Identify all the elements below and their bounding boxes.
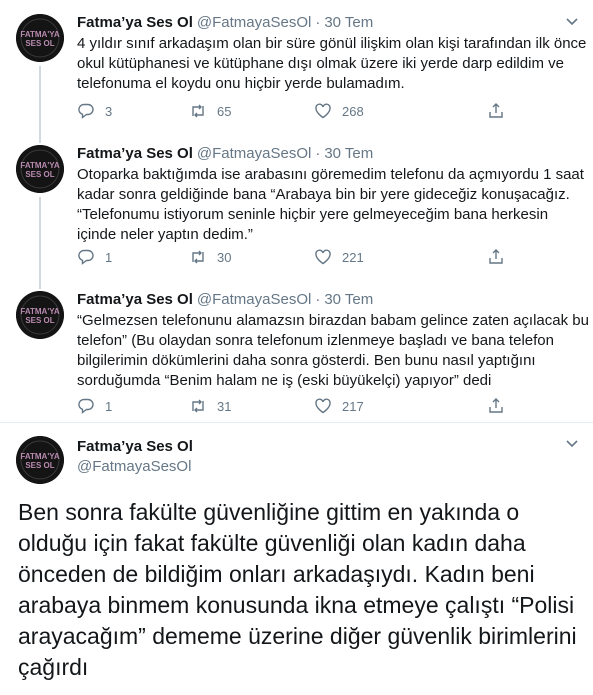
tweet-actions: 1 30 221: [77, 247, 507, 267]
like-button[interactable]: 268: [314, 101, 364, 121]
retweet-count: 31: [217, 398, 232, 414]
heart-icon: [315, 398, 331, 414]
avatar[interactable]: FATMA'YA SES OL: [16, 145, 64, 193]
separator-dot: ·: [315, 14, 321, 31]
heart-icon: [315, 249, 331, 265]
reply-count: 1: [105, 398, 113, 414]
retweet-icon: [192, 250, 204, 264]
main-tweet-line: çağırdı: [18, 654, 89, 680]
author-name[interactable]: Fatma’ya Ses Ol: [77, 145, 193, 162]
retweet-button[interactable]: 30: [189, 247, 231, 267]
share-icon: [489, 249, 503, 264]
reply-button[interactable]: 3: [77, 101, 112, 121]
avatar-text: FATMA'YA: [20, 452, 59, 461]
author-name[interactable]: Fatma’ya Ses Ol: [77, 14, 193, 31]
tweet-header: Fatma’ya Ses Ol @FatmayaSesOl · 30 Tem: [77, 143, 373, 165]
reply-count: 1: [105, 249, 113, 265]
avatar-text: SES OL: [25, 170, 54, 179]
reply-icon: [78, 103, 94, 119]
main-tweet-line: Ben sonra fakülte güvenliğine gittim en …: [18, 499, 520, 525]
separator-dot: ·: [315, 145, 321, 162]
thread-line: [39, 126, 41, 143]
reply-count: 3: [105, 103, 113, 119]
tweet-text: 4 yıldır sınıf arkadaşım olan bir süre g…: [77, 34, 587, 94]
tweet-text-line: sorduğumda “Benim halam ne iş (eski büyü…: [77, 372, 492, 389]
avatar-text: SES OL: [25, 316, 54, 325]
retweet-count: 30: [217, 249, 232, 265]
tweet-text-line: “Gelmezsen telefonunu alamazsın birazdan…: [77, 312, 589, 329]
author-handle[interactable]: @FatmayaSesOl: [197, 14, 311, 31]
tweet-divider: [0, 422, 593, 423]
avatar-text: FATMA'YA: [20, 161, 59, 170]
share-button[interactable]: [487, 396, 505, 416]
tweet-text-line: telefon” (Bu olaydan sonra telefonum izl…: [77, 332, 554, 349]
tweet-text-line: kadar sonra geldiğinde bana “Arabaya bin…: [77, 186, 570, 203]
reply-button[interactable]: 1: [77, 247, 112, 267]
reply-icon: [78, 249, 94, 265]
tweet-actions: 1 31 217: [77, 396, 507, 416]
author-name[interactable]: Fatma’ya Ses Ol: [77, 437, 193, 457]
avatar-text: SES OL: [25, 461, 54, 470]
share-icon: [489, 103, 503, 118]
tweet-actions: 3 65 268: [77, 101, 507, 121]
main-tweet-line: arayacağım” dememe üzerine diğer güvenli…: [18, 623, 577, 649]
main-tweet-text: Ben sonra fakülte güvenliğine gittim en …: [18, 497, 588, 683]
retweet-button[interactable]: 65: [189, 101, 231, 121]
main-tweet-line: arabaya binmem konusunda ikna etmeye çal…: [18, 592, 575, 618]
like-count: 217: [342, 398, 364, 414]
author-handle[interactable]: @FatmayaSesOl: [197, 145, 311, 162]
retweet-count: 65: [217, 103, 232, 119]
avatar-text: FATMA'YA: [20, 30, 59, 39]
retweet-icon: [192, 104, 204, 118]
tweet-text-line: telefonuma el koydu onu hiçbir yerde bul…: [77, 75, 405, 92]
separator-dot: ·: [315, 291, 321, 308]
tweet-text-line: içinde neler yaptın dedim.”: [77, 226, 253, 243]
tweet-text: Otoparka baktığımda ise arabasını göreme…: [77, 165, 584, 245]
reply-icon: [78, 398, 94, 414]
chevron-down-icon[interactable]: [565, 437, 579, 451]
tweet-date[interactable]: 30 Tem: [324, 291, 373, 308]
author-name[interactable]: Fatma’ya Ses Ol: [77, 291, 193, 308]
main-tweet-line: önceden de bildiğim onları arkadaşıydı. …: [18, 561, 535, 587]
heart-icon: [315, 103, 331, 119]
share-icon: [489, 398, 503, 413]
retweet-button[interactable]: 31: [189, 396, 231, 416]
avatar-text: SES OL: [25, 39, 54, 48]
tweet-date[interactable]: 30 Tem: [324, 145, 373, 162]
tweet-header: Fatma’ya Ses Ol @FatmayaSesOl · 30 Tem: [77, 289, 373, 311]
like-count: 268: [342, 103, 364, 119]
like-count: 221: [342, 249, 364, 265]
thread-line: [39, 197, 41, 287]
tweet-date[interactable]: 30 Tem: [324, 14, 373, 31]
main-tweet-line: olduğu için fakat fakülte güvenliği olan…: [18, 530, 526, 556]
share-button[interactable]: [487, 247, 505, 267]
avatar[interactable]: FATMA'YA SES OL: [16, 14, 64, 62]
tweet-text-line: 4 yıldır sınıf arkadaşım olan bir süre g…: [77, 35, 587, 52]
tweet-text-line: okul kütüphanesi ve kütüphane dışı olmak…: [77, 55, 564, 72]
avatar-text: FATMA'YA: [20, 307, 59, 316]
like-button[interactable]: 221: [314, 247, 364, 267]
chevron-down-icon[interactable]: [565, 15, 579, 29]
tweet-text-line: Otoparka baktığımda ise arabasını göreme…: [77, 166, 584, 183]
share-button[interactable]: [487, 101, 505, 121]
tweet-text: “Gelmezsen telefonunu alamazsın birazdan…: [77, 311, 589, 391]
tweet-text-line: bilgilerimin dökümlerini daha sonra göst…: [77, 352, 536, 369]
thread-line: [39, 287, 41, 289]
avatar[interactable]: FATMA'YA SES OL: [16, 291, 64, 339]
like-button[interactable]: 217: [314, 396, 364, 416]
author-handle[interactable]: @FatmayaSesOl: [197, 291, 311, 308]
avatar[interactable]: FATMA'YA SES OL: [16, 436, 64, 484]
reply-button[interactable]: 1: [77, 396, 112, 416]
retweet-icon: [192, 399, 204, 413]
author-handle[interactable]: @FatmayaSesOl: [77, 457, 191, 477]
tweet-header: Fatma’ya Ses Ol @FatmayaSesOl · 30 Tem: [77, 12, 373, 34]
tweet-text-line: “Telefonumu istiyorum seninle hiçbir yer…: [77, 206, 549, 223]
